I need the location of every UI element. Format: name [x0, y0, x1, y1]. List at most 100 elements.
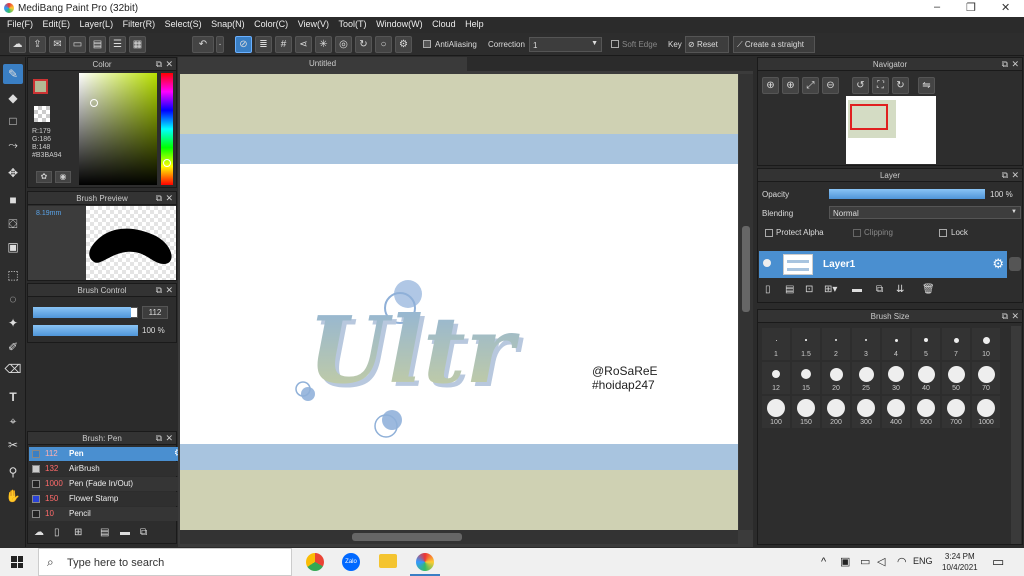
- brush-size-option[interactable]: 1: [762, 328, 790, 360]
- menu-edit[interactable]: Edit(E): [43, 17, 71, 29]
- undock-icon[interactable]: ⧉: [156, 433, 162, 444]
- fill-shape-icon[interactable]: ■: [3, 190, 23, 210]
- brush-size-value[interactable]: 112: [142, 306, 168, 319]
- brush-size-option[interactable]: 300: [852, 396, 880, 428]
- brush-size-option[interactable]: 12: [762, 362, 790, 394]
- menu-snap[interactable]: Snap(N): [211, 17, 245, 29]
- ellipse-snap-icon[interactable]: ○: [375, 36, 392, 53]
- curve-snap-icon[interactable]: ↻: [355, 36, 372, 53]
- undock-icon[interactable]: ⧉: [1002, 170, 1008, 181]
- document-tab[interactable]: Untitled: [178, 57, 467, 71]
- message-icon[interactable]: ▭: [69, 36, 86, 53]
- layer-opacity-slider[interactable]: [829, 189, 985, 199]
- brush-tool-icon[interactable]: ✎: [3, 64, 23, 84]
- menu-help[interactable]: Help: [465, 17, 484, 29]
- undo-icon[interactable]: ↶: [192, 36, 214, 53]
- close-panel-icon[interactable]: ✕: [165, 285, 173, 296]
- file-explorer-icon[interactable]: [379, 554, 397, 568]
- add-brush-icon[interactable]: ⊞: [74, 527, 82, 538]
- undock-icon[interactable]: ⧉: [1002, 311, 1008, 322]
- brush-item[interactable]: 132 AirBrush: [29, 462, 186, 476]
- battery-icon[interactable]: ▭: [860, 555, 870, 568]
- select-rect-icon[interactable]: ⬚: [3, 265, 23, 285]
- zoom-in-icon[interactable]: ⊕: [762, 77, 779, 94]
- canvas[interactable]: Ultr Ultr @RoSaReE #hoidap247: [180, 74, 738, 530]
- crisscross-snap-icon[interactable]: #: [275, 36, 292, 53]
- protect-alpha-checkbox[interactable]: [765, 229, 773, 237]
- correction-select[interactable]: 1 ▼: [529, 37, 602, 52]
- divide-tool-icon[interactable]: ✂: [3, 435, 23, 455]
- redo-icon[interactable]: ·: [216, 36, 224, 53]
- flip-icon[interactable]: ⇋: [918, 77, 935, 94]
- brush-size-option[interactable]: 40: [912, 362, 940, 394]
- rotate-right-icon[interactable]: ↻: [892, 77, 909, 94]
- duplicate-layer-icon[interactable]: ⧉: [876, 284, 883, 295]
- menu-layer[interactable]: Layer(L): [80, 17, 114, 29]
- text-tool-icon[interactable]: T: [3, 387, 23, 407]
- lasso-draw-icon[interactable]: ⤳: [3, 135, 23, 155]
- brush-opacity-slider[interactable]: [33, 325, 138, 336]
- navigator-thumbnail[interactable]: [846, 96, 936, 164]
- brush-item[interactable]: 10 Pencil: [29, 507, 186, 521]
- brush-size-option[interactable]: 150: [792, 396, 820, 428]
- parallel-snap-icon[interactable]: ≣: [255, 36, 272, 53]
- menu-window[interactable]: Window(W): [376, 17, 423, 29]
- fit-window-icon[interactable]: ⤢: [802, 77, 819, 94]
- eraser-tool-icon[interactable]: ◆: [3, 88, 23, 108]
- close-panel-icon[interactable]: ✕: [165, 59, 173, 70]
- eyedropper-tool-icon[interactable]: ⚲: [3, 462, 23, 482]
- new-layer-icon[interactable]: ▯: [765, 284, 771, 295]
- canvas-horizontal-scrollbar[interactable]: [180, 530, 738, 544]
- hue-slider[interactable]: [161, 73, 173, 185]
- close-panel-icon[interactable]: ✕: [1011, 59, 1019, 70]
- brush-size-option[interactable]: 30: [882, 362, 910, 394]
- duplicate-brush-icon[interactable]: ⧉: [140, 527, 147, 538]
- delete-layer-icon[interactable]: 🗑: [922, 284, 935, 295]
- layer-scrollbar[interactable]: [1009, 257, 1021, 271]
- brush-size-handle[interactable]: [131, 308, 137, 317]
- brush-item[interactable]: 150 Flower Stamp: [29, 492, 186, 506]
- circle-snap-icon[interactable]: ◎: [335, 36, 352, 53]
- menu-color[interactable]: Color(C): [254, 17, 288, 29]
- rectangle-tool-icon[interactable]: □: [3, 111, 23, 131]
- brush-item[interactable]: 112Pen⚙: [29, 447, 186, 461]
- brush-size-option[interactable]: 3: [852, 328, 880, 360]
- fit-canvas-icon[interactable]: ⛶: [872, 77, 889, 94]
- radial-snap-icon[interactable]: ✳: [315, 36, 332, 53]
- color-picker-handle[interactable]: [90, 99, 98, 107]
- new-8bit-layer-icon[interactable]: ▤: [785, 284, 794, 295]
- transparent-swatch[interactable]: [34, 106, 50, 122]
- share-icon[interactable]: ⇪: [29, 36, 46, 53]
- lasso-select-icon[interactable]: ◌: [3, 289, 23, 309]
- magic-wand-icon[interactable]: ✦: [3, 313, 23, 333]
- brush-size-option[interactable]: 5: [912, 328, 940, 360]
- menu-cloud[interactable]: Cloud: [432, 17, 456, 29]
- brush-size-option[interactable]: 20: [822, 362, 850, 394]
- canvas-vertical-scrollbar[interactable]: [739, 74, 753, 530]
- close-panel-icon[interactable]: ✕: [165, 433, 173, 444]
- palette-icon[interactable]: ✿: [36, 171, 52, 183]
- chrome-icon[interactable]: [306, 553, 324, 571]
- brush-size-option[interactable]: 2: [822, 328, 850, 360]
- cloud-icon[interactable]: ☁: [9, 36, 26, 53]
- move-tool-icon[interactable]: ✥: [3, 163, 23, 183]
- maximize-button[interactable]: ❐: [966, 1, 976, 14]
- gradient-tool-icon[interactable]: ▣: [3, 237, 23, 257]
- tray-chevron-icon[interactable]: ^: [821, 556, 826, 568]
- language-indicator[interactable]: ENG: [913, 556, 933, 566]
- reset-button[interactable]: ⊘ Reset: [685, 36, 729, 53]
- brush-file-icon[interactable]: ▤: [100, 527, 109, 538]
- brush-size-option[interactable]: 500: [912, 396, 940, 428]
- menu-filter[interactable]: Filter(R): [123, 17, 156, 29]
- brush-size-option[interactable]: 15: [792, 362, 820, 394]
- cloud-brush-icon[interactable]: ☁: [34, 527, 44, 538]
- saturation-value-picker[interactable]: [79, 73, 157, 185]
- vanishing-snap-icon[interactable]: ⋖: [295, 36, 312, 53]
- layer-settings-icon[interactable]: ⚙: [992, 256, 1004, 272]
- brush-size-option[interactable]: 100: [762, 396, 790, 428]
- close-panel-icon[interactable]: ✕: [1011, 311, 1019, 322]
- select-pen-icon[interactable]: ✐: [3, 337, 23, 357]
- blending-select[interactable]: Normal ▼: [829, 206, 1021, 219]
- volume-icon[interactable]: ◁: [877, 555, 885, 568]
- menu-tool[interactable]: Tool(T): [339, 17, 367, 29]
